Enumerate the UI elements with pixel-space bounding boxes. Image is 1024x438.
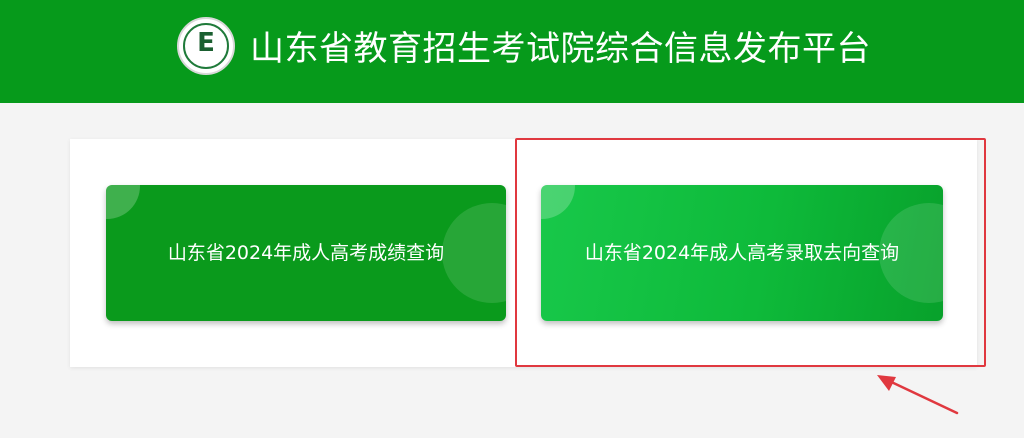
score-query-button[interactable]: 山东省2024年成人高考成绩查询 xyxy=(106,185,506,321)
site-title: 山东省教育招生考试院综合信息发布平台 xyxy=(250,29,871,69)
score-query-label: 山东省2024年成人高考成绩查询 xyxy=(167,242,445,264)
institution-logo-icon: E xyxy=(177,17,235,75)
admission-query-button[interactable]: 山东省2024年成人高考录取去向查询 xyxy=(541,185,943,321)
admission-query-label: 山东省2024年成人高考录取去向查询 xyxy=(584,242,900,264)
logo-letter: E xyxy=(197,28,215,58)
site-header: E 山东省教育招生考试院综合信息发布平台 xyxy=(0,0,1024,103)
